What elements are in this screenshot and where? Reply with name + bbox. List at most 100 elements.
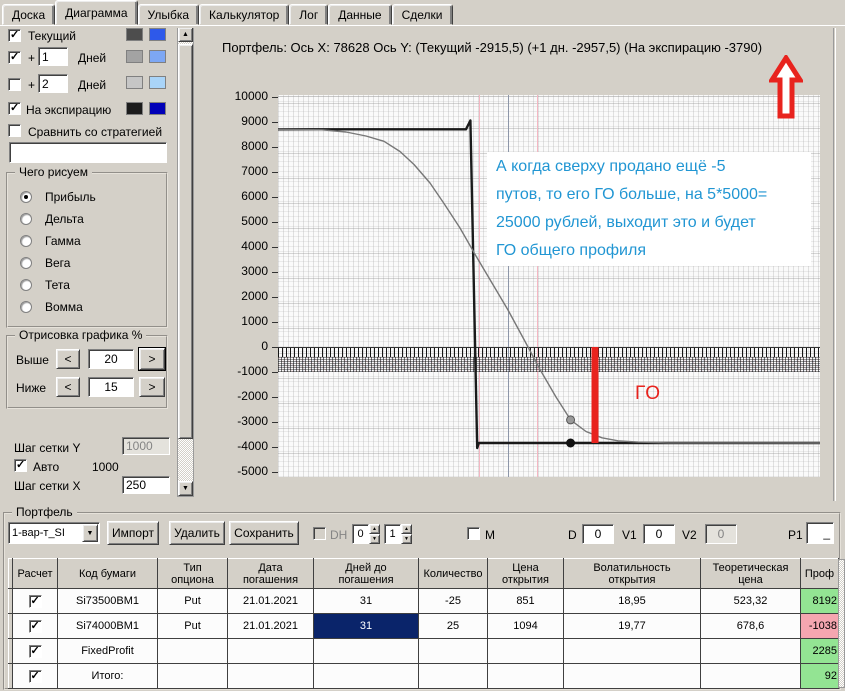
save-button[interactable]: Сохранить bbox=[229, 521, 299, 545]
tab-log[interactable]: Лог bbox=[289, 4, 329, 25]
options-analytics-window: { "tabs": { "items": ["Доска", "Диаграмм… bbox=[0, 0, 845, 691]
table-cell[interactable]: 25 bbox=[418, 613, 488, 639]
plus1-color-swatch-1 bbox=[126, 50, 143, 63]
table-cell[interactable] bbox=[157, 638, 228, 664]
strategy-dropdown[interactable] bbox=[9, 142, 167, 163]
tab-label: Сделки bbox=[401, 7, 443, 22]
table-cell[interactable]: 19,77 bbox=[563, 613, 701, 639]
expiration-series-checkbox[interactable] bbox=[8, 101, 21, 115]
table-cell[interactable]: 851 bbox=[487, 588, 564, 614]
table-cell[interactable]: 18,95 bbox=[563, 588, 701, 614]
table-cell[interactable] bbox=[700, 663, 801, 689]
below-percent-field[interactable]: 15 bbox=[88, 377, 134, 397]
plot-area[interactable]: А когда сверху продано ещё -5 путов, то … bbox=[278, 95, 820, 477]
column-header[interactable]: Проф bbox=[800, 558, 839, 589]
radio-pribyl[interactable] bbox=[20, 191, 32, 203]
column-header[interactable]: Код бумаги bbox=[57, 558, 158, 589]
radio-theta[interactable] bbox=[20, 279, 32, 291]
radio-vomma[interactable] bbox=[20, 301, 32, 313]
compare-strategy-checkbox[interactable] bbox=[8, 124, 21, 137]
row-calc-checkbox[interactable] bbox=[28, 669, 42, 683]
panel-scrollbar[interactable]: ▲ ▼ bbox=[177, 26, 194, 497]
below-increase-button[interactable]: > bbox=[139, 377, 165, 397]
scroll-up-icon[interactable]: ▲ bbox=[178, 27, 193, 42]
table-cell[interactable] bbox=[313, 638, 419, 664]
tab-kalkulyator[interactable]: Калькулятор bbox=[199, 4, 290, 25]
dh-spinner-2[interactable]: 1 ▲ ▼ bbox=[384, 524, 412, 544]
column-header[interactable]: Тип опциона bbox=[157, 558, 228, 589]
table-cell[interactable] bbox=[418, 638, 488, 664]
plus1-days-input[interactable]: 1 bbox=[38, 47, 68, 66]
column-header[interactable]: Количество bbox=[418, 558, 488, 589]
dh-spinner-1[interactable]: 0 ▲ ▼ bbox=[352, 524, 380, 544]
spin-down-icon[interactable]: ▼ bbox=[401, 534, 412, 544]
plus2-day-checkbox[interactable] bbox=[8, 78, 21, 91]
table-cell[interactable]: 21.01.2021 bbox=[227, 588, 314, 614]
m-checkbox[interactable] bbox=[467, 527, 480, 540]
table-cell[interactable] bbox=[700, 638, 801, 664]
radio-vega[interactable] bbox=[20, 257, 32, 269]
tab-dannye[interactable]: Данные bbox=[328, 4, 392, 25]
radio-gamma[interactable] bbox=[20, 235, 32, 247]
row-calc-checkbox[interactable] bbox=[28, 594, 42, 608]
table-cell[interactable]: Put bbox=[157, 613, 228, 639]
delete-button[interactable]: Удалить bbox=[169, 521, 225, 545]
above-percent-field[interactable]: 20 bbox=[88, 349, 134, 369]
column-header[interactable]: Цена открытия bbox=[487, 558, 564, 589]
column-header[interactable]: Дней до погашения bbox=[313, 558, 419, 589]
table-cell[interactable] bbox=[227, 638, 314, 664]
spin-down-icon[interactable]: ▼ bbox=[369, 534, 380, 544]
below-decrease-button[interactable]: < bbox=[56, 377, 80, 397]
preset-dropdown[interactable]: 1-вар-т_SI ▼ bbox=[8, 522, 100, 544]
table-cell[interactable]: Si73500BM1 bbox=[57, 588, 158, 614]
above-decrease-button[interactable]: < bbox=[56, 349, 80, 369]
tab-doska[interactable]: Доска bbox=[2, 4, 56, 25]
radio-delta[interactable] bbox=[20, 213, 32, 225]
table-cell[interactable] bbox=[487, 663, 564, 689]
table-cell[interactable] bbox=[487, 638, 564, 664]
d-field[interactable]: 0 bbox=[582, 524, 614, 544]
tab-diagramma[interactable]: Диаграмма bbox=[55, 0, 138, 25]
auto-grid-checkbox[interactable] bbox=[14, 458, 27, 472]
table-cell[interactable] bbox=[418, 663, 488, 689]
row-calc-checkbox[interactable] bbox=[28, 644, 42, 658]
table-cell[interactable] bbox=[563, 663, 701, 689]
column-header[interactable]: Дата погашения bbox=[227, 558, 314, 589]
table-cell[interactable]: Si74000BM1 bbox=[57, 613, 158, 639]
grid-step-y-label: Шаг сетки Y bbox=[14, 441, 81, 455]
v1-field[interactable]: 0 bbox=[643, 524, 675, 544]
table-cell[interactable]: 678,6 bbox=[700, 613, 801, 639]
table-cell[interactable] bbox=[227, 663, 314, 689]
column-header[interactable]: Волатильность открытия bbox=[563, 558, 701, 589]
import-button[interactable]: Импорт bbox=[107, 521, 159, 545]
plus2-days-input[interactable]: 2 bbox=[38, 74, 68, 93]
table-cell[interactable]: 21.01.2021 bbox=[227, 613, 314, 639]
tab-ulybka[interactable]: Улыбка bbox=[137, 4, 200, 25]
plus1-day-checkbox[interactable] bbox=[8, 50, 21, 64]
row-calc-checkbox[interactable] bbox=[28, 619, 42, 633]
table-cell[interactable]: 523,32 bbox=[700, 588, 801, 614]
table-cell[interactable]: 31 bbox=[313, 588, 419, 614]
current-series-checkbox[interactable] bbox=[8, 28, 21, 42]
table-cell[interactable] bbox=[563, 638, 701, 664]
p1-field[interactable]: _ bbox=[806, 522, 834, 544]
table-cell[interactable] bbox=[157, 663, 228, 689]
column-header[interactable]: Теоретическая цена bbox=[700, 558, 801, 589]
table-cell[interactable]: 1094 bbox=[487, 613, 564, 639]
table-cell[interactable]: Итого: bbox=[57, 663, 158, 689]
table-cell[interactable]: FixedProfit bbox=[57, 638, 158, 664]
table-scrollbar[interactable] bbox=[838, 559, 845, 688]
column-header[interactable]: Расчет bbox=[12, 558, 58, 589]
table-cell[interactable] bbox=[313, 663, 419, 689]
table-cell[interactable]: -25 bbox=[418, 588, 488, 614]
tab-sdelki[interactable]: Сделки bbox=[391, 4, 453, 25]
spin-up-icon[interactable]: ▲ bbox=[401, 524, 412, 534]
scrollbar-thumb[interactable] bbox=[178, 44, 193, 439]
table-cell[interactable]: Put bbox=[157, 588, 228, 614]
spin-up-icon[interactable]: ▲ bbox=[369, 524, 380, 534]
scroll-down-icon[interactable]: ▼ bbox=[178, 481, 193, 496]
grid-step-x-field[interactable]: 250 bbox=[122, 476, 170, 494]
chevron-down-icon[interactable]: ▼ bbox=[82, 524, 98, 542]
above-increase-button[interactable]: > bbox=[138, 347, 166, 371]
table-cell[interactable]: 31 bbox=[313, 613, 419, 639]
